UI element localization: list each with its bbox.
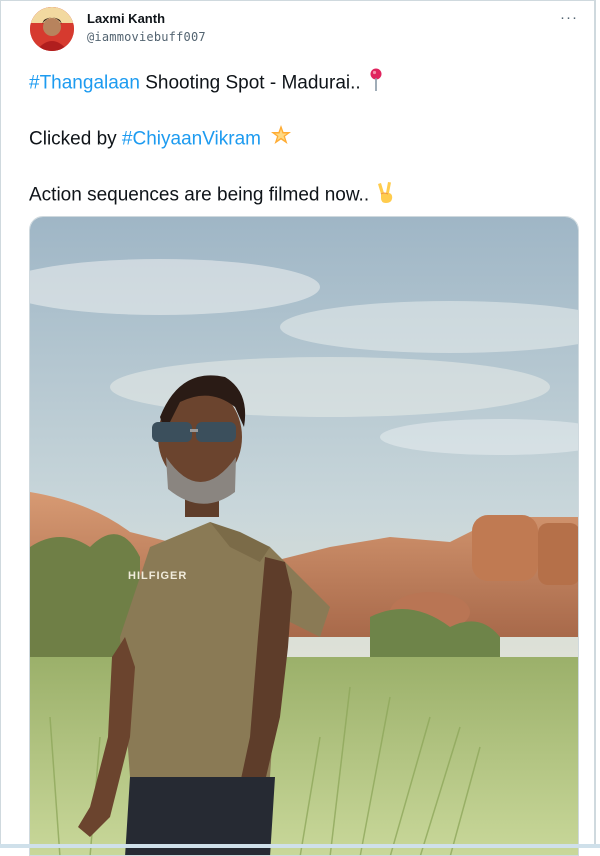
more-options-icon[interactable]: ···: [560, 9, 578, 26]
author-name[interactable]: Laxmi Kanth: [87, 11, 165, 26]
shirt-logo-text: HILFIGER: [128, 570, 187, 582]
hashtag-thangalaan[interactable]: #Thangalaan: [29, 73, 140, 94]
glowing-star-icon: [269, 124, 293, 155]
victory-hand-icon: [377, 180, 395, 211]
tweet-text-location: Shooting Spot - Madurai..: [139, 72, 361, 94]
tweet-text-line-2: Clicked by #ChiyaanVikram: [29, 124, 293, 155]
tweet-photo[interactable]: HILFIGER: [29, 216, 579, 856]
tweet-header: Laxmi Kanth @iammoviebuff007 ···: [30, 7, 580, 53]
author-handle[interactable]: @iammoviebuff007: [87, 30, 206, 44]
tweet-text-line-3: Action sequences are being filmed now..: [29, 180, 395, 211]
round-pushpin-icon: [369, 68, 383, 99]
tweet-text-action: Action sequences are being filmed now..: [29, 184, 370, 206]
tweet-text-clicked-by: Clicked by: [29, 128, 122, 150]
tweet-text-line-1: #Thangalaan Shooting Spot - Madurai..: [29, 68, 383, 99]
bottom-divider: [0, 844, 600, 848]
hashtag-chiyaanvikram[interactable]: #ChiyaanVikram: [122, 129, 261, 150]
avatar[interactable]: [30, 7, 74, 51]
